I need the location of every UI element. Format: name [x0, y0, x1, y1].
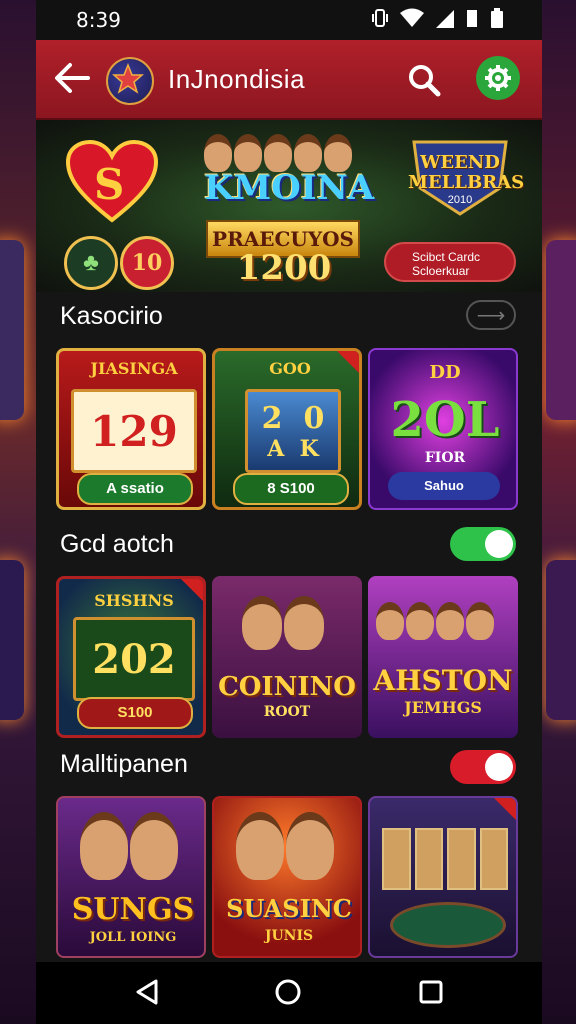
- clover-icon: ♣: [83, 249, 99, 276]
- app-logo: [106, 57, 154, 105]
- signal-icon: [436, 10, 454, 28]
- section-toggle-2[interactable]: [450, 527, 516, 561]
- game-title: SUASINC: [226, 894, 352, 923]
- arrow-right-icon: ⟶: [476, 305, 506, 327]
- background-left-arcade: [0, 0, 36, 1024]
- game-title: AHSTON: [373, 664, 513, 697]
- game-card[interactable]: AHSTON JEMHGS: [368, 576, 518, 738]
- game-foot: Sahuo: [388, 472, 500, 500]
- promo-title: KMOINA: [204, 168, 375, 208]
- badge-line1: WEEND: [420, 152, 500, 173]
- card-table: [390, 902, 506, 948]
- game-subtitle: JEMHGS: [404, 698, 482, 717]
- reel-sub-2: K: [299, 435, 319, 462]
- game-card[interactable]: JIASINGA 1 2 9 A ssatio: [56, 348, 206, 510]
- reel-3: 9: [148, 406, 178, 456]
- phone-screen: 8:39 InJnondisia S ♣ 10 KMOINA PRAECUYOS: [36, 0, 542, 1024]
- background-right-arcade: [540, 0, 576, 1024]
- game-subtitle: JUNIS: [264, 928, 314, 944]
- search-icon[interactable]: [406, 62, 442, 98]
- promo-cta-line2: Scloerkuar: [412, 264, 470, 278]
- game-subtitle: ROOT: [263, 704, 311, 720]
- heart-letter: S: [94, 160, 125, 209]
- game-title: SUNGS: [71, 892, 195, 927]
- game-characters: [376, 602, 494, 640]
- game-card[interactable]: COININO ROOT: [212, 576, 362, 738]
- reel-3: 2: [147, 635, 176, 683]
- game-title: GOO: [269, 359, 311, 378]
- star-logo-icon: [112, 62, 144, 94]
- sim-icon: [467, 10, 477, 27]
- promo-characters: [204, 134, 352, 172]
- nav-home-icon[interactable]: [274, 978, 302, 1006]
- reel-1: 2: [261, 400, 283, 436]
- section-toggle-3[interactable]: [450, 750, 516, 784]
- game-card[interactable]: SHSHNS 2 0 2 S100: [56, 576, 206, 738]
- chip-ten: 10: [120, 236, 174, 290]
- promo-banner[interactable]: S ♣ 10 KMOINA PRAECUYOS 1200 WEEND MELLB…: [36, 120, 542, 292]
- settings-button[interactable]: [476, 56, 520, 100]
- game-foot: 8 S100: [233, 473, 349, 505]
- game-big-number: 2OL: [390, 392, 500, 448]
- badge-year: 2010: [447, 194, 473, 206]
- clover-chip: ♣: [64, 236, 118, 290]
- status-icons: [372, 8, 504, 28]
- game-title: SHSHNS: [94, 591, 174, 610]
- nav-recents-icon[interactable]: [418, 978, 444, 1006]
- game-subtitle: FIOR: [424, 450, 466, 466]
- vibrate-icon: [372, 9, 388, 27]
- promo-cta-button[interactable]: Scibct Cardc Scloerkuar: [384, 242, 516, 282]
- badge-line2: MELLBRAS: [408, 172, 525, 193]
- game-card[interactable]: DD 2OL FIOR Sahuo: [368, 348, 518, 510]
- game-title: DD: [429, 362, 461, 383]
- game-row-1: JIASINGA 1 2 9 A ssatio GOO 2 0 A K 8 S1…: [56, 348, 518, 510]
- reel-1: 1: [90, 406, 120, 456]
- reel-2: 0: [303, 400, 325, 436]
- weekend-badge: WEEND MELLBRAS 2010: [408, 138, 525, 216]
- see-more-button[interactable]: ⟶: [466, 300, 516, 330]
- game-characters: [80, 812, 178, 880]
- game-subtitle: JOLL IOING: [89, 930, 177, 945]
- game-foot: S100: [77, 697, 193, 729]
- battery-icon: [491, 8, 503, 28]
- game-title: JIASINGA: [90, 359, 178, 378]
- promo-amount: 1200: [236, 248, 332, 288]
- nav-back-icon[interactable]: [134, 978, 160, 1006]
- game-characters: [242, 596, 324, 650]
- reel-2: 0: [120, 635, 148, 683]
- game-card[interactable]: GOO 2 0 A K 8 S100: [212, 348, 362, 510]
- app-bar: InJnondisia: [36, 40, 542, 120]
- slot-machines-scene: [382, 828, 508, 890]
- game-card[interactable]: [368, 796, 518, 958]
- section-title-3: Malltipanen: [60, 750, 188, 778]
- game-card[interactable]: SUNGS JOLL IOING: [56, 796, 206, 958]
- game-row-3: SUNGS JOLL IOING SUASINC JUNIS: [56, 796, 518, 958]
- gear-icon: [485, 65, 511, 91]
- reel-1: 2: [92, 635, 121, 683]
- game-foot: A ssatio: [77, 473, 193, 505]
- reel-sub-1: A: [267, 435, 285, 462]
- game-characters: [236, 812, 334, 880]
- game-card[interactable]: SUASINC JUNIS: [212, 796, 362, 958]
- wifi-icon: [400, 8, 424, 27]
- promo-cta-line1: Scibct Cardc: [412, 250, 481, 264]
- back-arrow-icon[interactable]: [54, 62, 90, 94]
- section-title-2: Gcd aotch: [60, 530, 174, 558]
- game-title: COININO: [218, 672, 356, 702]
- reel-2: 2: [119, 406, 149, 456]
- status-bar: 8:39: [36, 0, 542, 40]
- status-time: 8:39: [76, 8, 121, 32]
- section-title-1: Kasocirio: [60, 302, 163, 330]
- app-title: InJnondisia: [168, 64, 306, 94]
- game-row-2: SHSHNS 2 0 2 S100 COININO ROOT AHSTON JE…: [56, 576, 518, 738]
- system-nav-bar: [36, 962, 542, 1024]
